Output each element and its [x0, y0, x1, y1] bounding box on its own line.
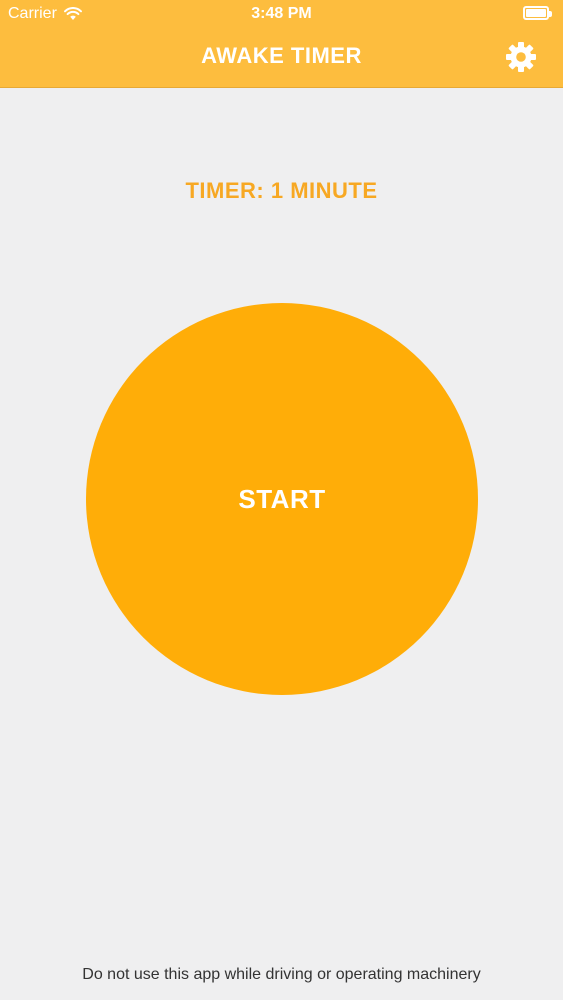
- safety-disclaimer: Do not use this app while driving or ope…: [82, 966, 481, 983]
- battery-icon: [523, 6, 552, 20]
- status-time: 3:48 PM: [251, 5, 312, 22]
- timer-duration-label[interactable]: TIMER: 1 MINUTE: [0, 178, 563, 204]
- page-title: AWAKE TIMER: [201, 43, 362, 68]
- status-bar: Carrier 3:48 PM: [0, 0, 563, 30]
- start-button[interactable]: START: [86, 303, 478, 695]
- gear-icon[interactable]: [505, 41, 537, 73]
- app-header: Carrier 3:48 PM AWAKE TIMER: [0, 0, 563, 88]
